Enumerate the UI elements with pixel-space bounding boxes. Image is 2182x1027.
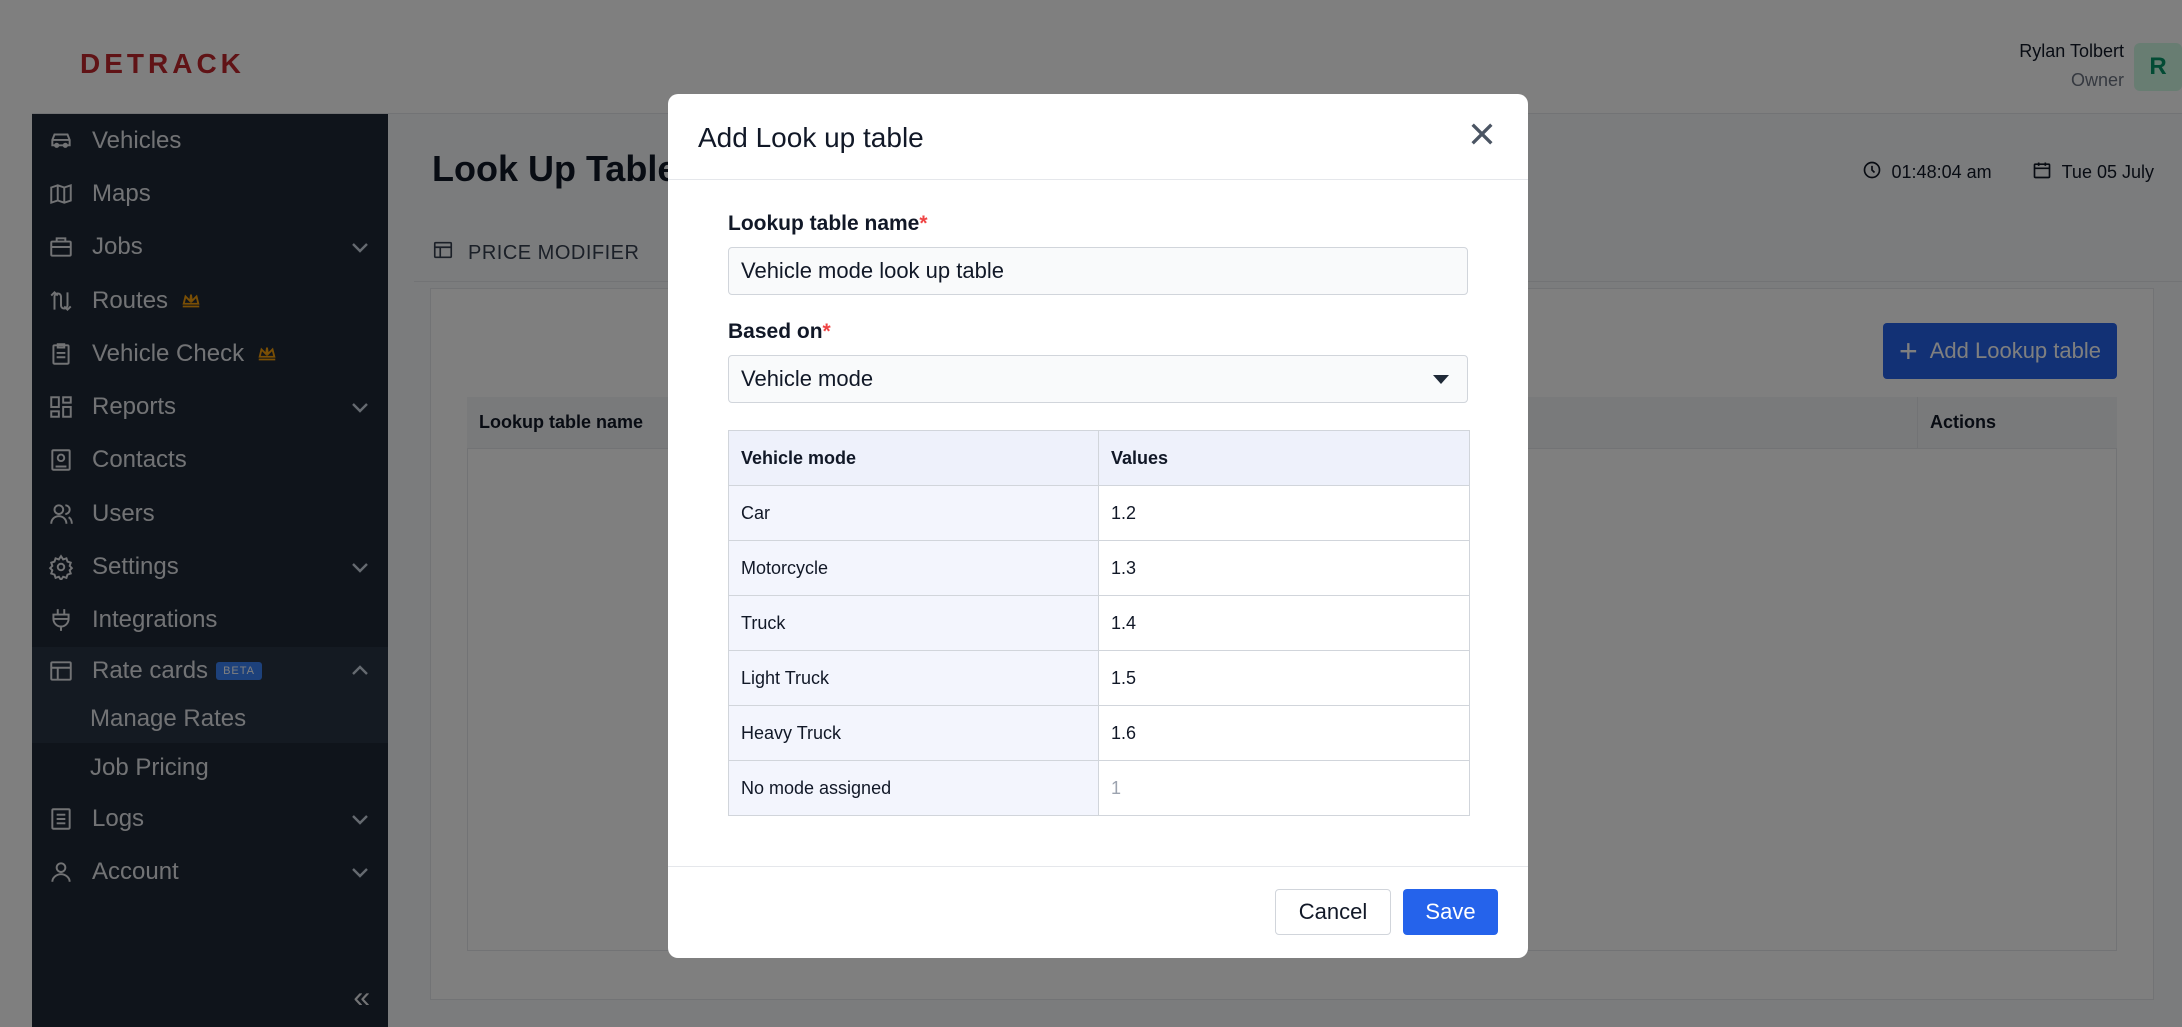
vehicle-mode-cell: Light Truck: [728, 650, 1099, 706]
vehicle-mode-cell: No mode assigned: [728, 760, 1099, 816]
value-input-cell[interactable]: 1.5: [1098, 650, 1470, 706]
based-on-label: Based on*: [728, 320, 831, 344]
dropdown-caret-icon: [1433, 375, 1449, 384]
table-row: No mode assigned 1: [728, 760, 1470, 816]
table-row: Car 1.2: [728, 485, 1470, 541]
required-mark: *: [822, 320, 831, 343]
label-text: Lookup table name: [728, 212, 920, 235]
table-row: Heavy Truck 1.6: [728, 705, 1470, 761]
table-header-row: Vehicle mode Values: [728, 430, 1470, 486]
vehicle-mode-cell: Heavy Truck: [728, 705, 1099, 761]
value-input-cell[interactable]: 1.6: [1098, 705, 1470, 761]
modal-header: Add Look up table: [668, 94, 1528, 180]
table-row: Truck 1.4: [728, 595, 1470, 651]
vehicle-mode-cell: Car: [728, 485, 1099, 541]
modal-title: Add Look up table: [698, 122, 924, 153]
close-icon[interactable]: [1466, 118, 1498, 150]
modal-footer: Cancel Save: [668, 866, 1528, 958]
cancel-button[interactable]: Cancel: [1275, 889, 1391, 935]
required-mark: *: [919, 212, 928, 235]
lookup-table-name-input[interactable]: [728, 247, 1468, 295]
column-header-values: Values: [1098, 430, 1470, 486]
label-text: Based on: [728, 320, 823, 343]
lookup-table-name-label: Lookup table name*: [728, 212, 928, 236]
based-on-select[interactable]: Vehicle mode: [728, 355, 1468, 403]
based-on-value: Vehicle mode: [741, 366, 874, 391]
value-input-cell[interactable]: 1.3: [1098, 540, 1470, 596]
vehicle-mode-cell: Motorcycle: [728, 540, 1099, 596]
value-input-cell[interactable]: 1.2: [1098, 485, 1470, 541]
value-input-cell[interactable]: 1: [1098, 760, 1470, 816]
column-header-vehicle-mode: Vehicle mode: [728, 430, 1099, 486]
value-input-cell[interactable]: 1.4: [1098, 595, 1470, 651]
vehicle-mode-cell: Truck: [728, 595, 1099, 651]
table-row: Motorcycle 1.3: [728, 540, 1470, 596]
lookup-values-table: Vehicle mode Values Car 1.2 Motorcycle 1…: [728, 430, 1470, 816]
save-button[interactable]: Save: [1403, 889, 1498, 935]
add-lookup-table-modal: Add Look up table Lookup table name* Bas…: [668, 94, 1528, 958]
table-row: Light Truck 1.5: [728, 650, 1470, 706]
